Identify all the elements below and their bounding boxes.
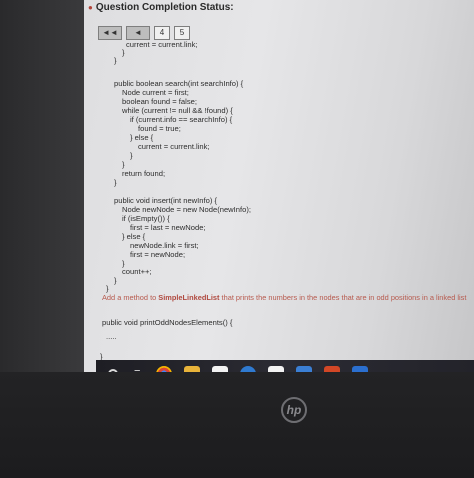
pager-first-button[interactable]: ◄◄ [98, 26, 122, 40]
question-prompt: Add a method to SimpleLinkedList that pr… [102, 293, 466, 302]
prompt-after: that prints the numbers in the nodes tha… [219, 293, 467, 302]
pager-page-5[interactable]: 5 [174, 26, 190, 40]
laptop-screen: ● Question Completion Status: ◄◄ ◄ 4 5 cu… [0, 0, 474, 372]
question-completion-status: ● Question Completion Status: [88, 2, 234, 13]
laptop-bezel [0, 372, 474, 478]
status-title: Question Completion Status: [95, 2, 234, 13]
question-pager: ◄◄ ◄ 4 5 [98, 26, 190, 40]
code-line: } [130, 151, 133, 160]
code-line: public boolean search(int searchInfo) { [114, 79, 244, 88]
code-line: } else { [122, 232, 146, 241]
required-star-icon: ● [88, 3, 93, 12]
code-line: } else { [130, 133, 154, 142]
code-line: return found; [122, 169, 166, 178]
code-line: first = newNode; [130, 250, 186, 259]
code-line: count++; [122, 267, 152, 276]
screen-left-shadow [0, 0, 84, 372]
code-line: boolean found = false; [122, 97, 197, 106]
code-line: } [122, 160, 125, 169]
code-line: if (current.info == searchInfo) { [130, 115, 233, 124]
code-line: } [114, 276, 117, 285]
code-line: } [122, 48, 125, 57]
code-line: Node current = first; [122, 88, 189, 97]
code-line: current = current.link; [138, 142, 210, 151]
hp-logo: hp [281, 397, 307, 423]
code-line: first = last = newNode; [130, 223, 206, 232]
code-line: found = true; [138, 124, 181, 133]
method-signature: public void printOddNodesElements() { [102, 318, 233, 327]
code-line: if (isEmpty()) { [122, 214, 170, 223]
code-line: } [106, 284, 109, 293]
code-line: } [114, 56, 117, 65]
code-line: Node newNode = new Node(newInfo); [122, 205, 251, 214]
code-line: while (current != null && !found) { [122, 106, 233, 115]
prompt-class-name: SimpleLinkedList [158, 293, 220, 302]
code-line: public void insert(int newInfo) { [114, 196, 217, 205]
code-line: newNode.link = first; [130, 241, 199, 250]
code-line: } [114, 178, 117, 187]
windows-taskbar: ≡ [96, 360, 474, 372]
pager-page-4[interactable]: 4 [154, 26, 170, 40]
prompt-before: Add a method to [102, 293, 159, 302]
answer-placeholder[interactable]: ..... [106, 332, 117, 341]
browser-page: ● Question Completion Status: ◄◄ ◄ 4 5 cu… [84, 0, 474, 372]
code-line: current = current.link; [126, 40, 198, 49]
pager-prev-button[interactable]: ◄ [126, 26, 150, 40]
